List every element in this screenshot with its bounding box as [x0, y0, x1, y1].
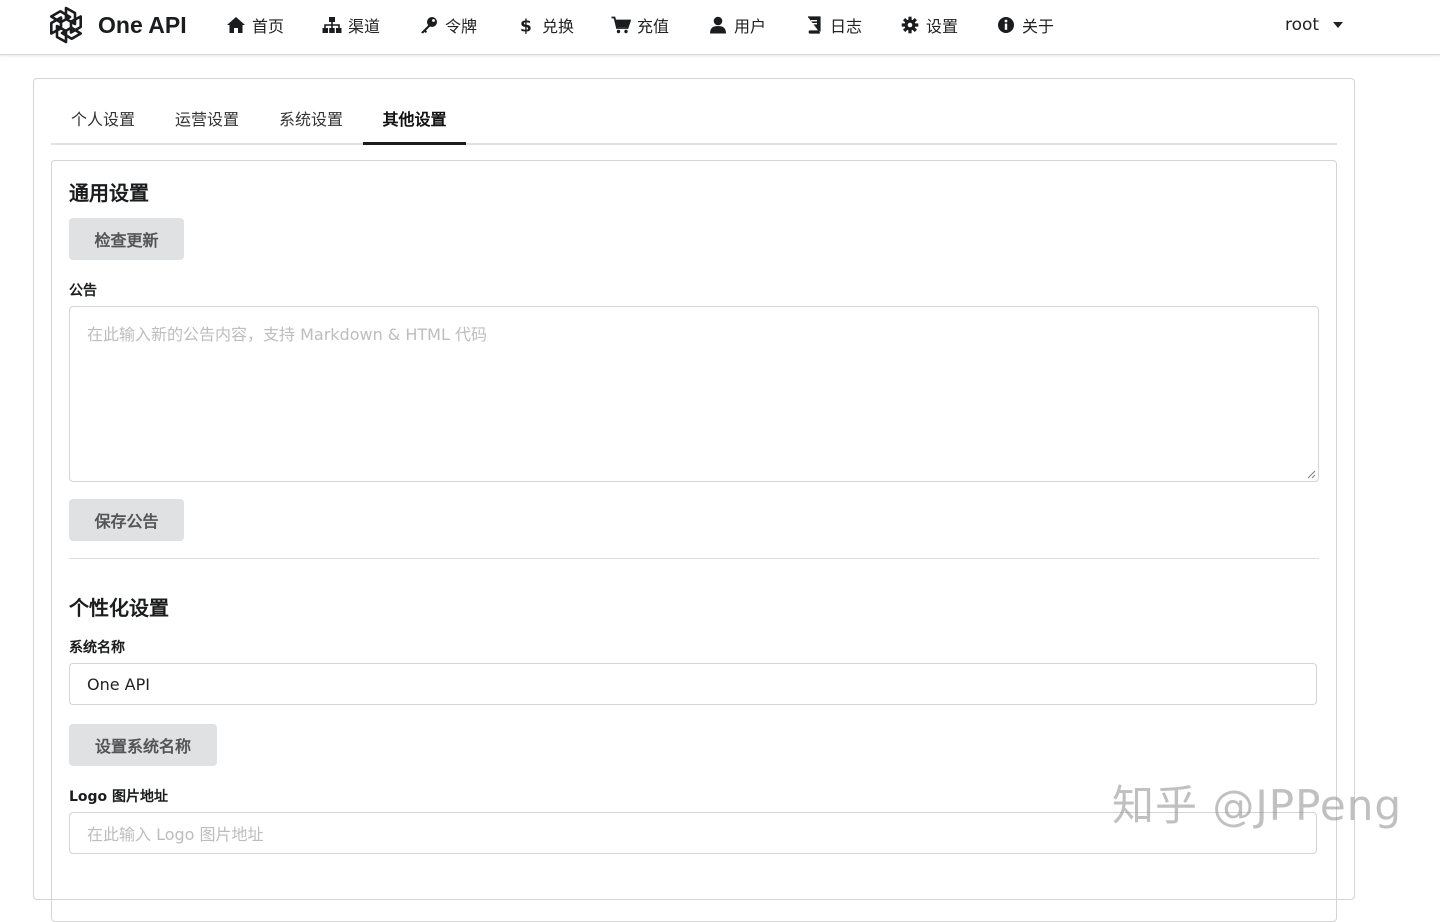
resize-handle-icon[interactable] [1306, 469, 1316, 479]
info-icon [998, 17, 1014, 33]
save-notice-button[interactable]: 保存公告 [69, 499, 184, 541]
dollar-icon: $ [520, 17, 532, 35]
nav-about[interactable]: 关于 [996, 0, 1054, 50]
username: root [1285, 15, 1320, 35]
nav-topup-label: 充值 [637, 17, 670, 36]
brand[interactable]: One API [44, 0, 187, 50]
nav-tokens-label: 令牌 [445, 17, 478, 36]
nav-settings[interactable]: 设置 [900, 0, 958, 50]
nav-redeem-label: 兑换 [542, 17, 575, 36]
sitemap-icon [322, 17, 342, 33]
app-name: One API [98, 11, 187, 38]
set-system-name-button[interactable]: 设置系统名称 [69, 724, 217, 766]
tab-operation-settings[interactable]: 运营设置 [155, 101, 259, 141]
user-menu-dropdown[interactable]: root [1285, 0, 1344, 50]
nav-settings-label: 设置 [926, 17, 959, 36]
tab-personal-settings[interactable]: 个人设置 [51, 101, 155, 141]
system-name-label: 系统名称 [69, 640, 125, 656]
gear-icon [901, 16, 919, 34]
notice-label: 公告 [69, 283, 97, 299]
system-name-value: One API [87, 674, 150, 694]
nav-tokens[interactable]: 令牌 [419, 0, 477, 50]
notice-placeholder: 在此输入新的公告内容，支持 Markdown & HTML 代码 [87, 325, 487, 344]
nav-redeem[interactable]: $ 兑换 [516, 0, 574, 50]
settings-tabs: 个人设置 运营设置 系统设置 其他设置 [51, 101, 1337, 145]
top-navbar: One API 首页 渠道 令牌 $ 兑换 充值 用户 日志 设置 关于 roo… [0, 0, 1440, 55]
nav-channels[interactable]: 渠道 [322, 0, 380, 50]
logo-url-label: Logo 图片地址 [69, 789, 169, 805]
nav-users-label: 用户 [734, 17, 767, 36]
section-divider [69, 558, 1319, 559]
nav-home[interactable]: 首页 [226, 0, 284, 50]
system-name-input[interactable]: One API [69, 663, 1317, 705]
book-icon [808, 16, 821, 34]
logo-url-placeholder: 在此输入 Logo 图片地址 [87, 825, 264, 844]
key-icon [421, 17, 437, 34]
nav-home-label: 首页 [252, 17, 285, 36]
general-settings-heading: 通用设置 [69, 181, 149, 205]
openai-logo-icon [50, 6, 82, 44]
check-update-button[interactable]: 检查更新 [69, 218, 184, 260]
nav-about-label: 关于 [1022, 17, 1055, 36]
notice-textarea[interactable]: 在此输入新的公告内容，支持 Markdown & HTML 代码 [69, 306, 1319, 482]
nav-logs-label: 日志 [830, 17, 863, 36]
home-icon [227, 17, 245, 33]
zhihu-watermark: 知乎 @JPPeng [1112, 781, 1403, 830]
tab-other-settings[interactable]: 其他设置 [363, 101, 466, 145]
nav-topup[interactable]: 充值 [611, 0, 669, 50]
nav-logs[interactable]: 日志 [804, 0, 862, 50]
nav-channels-label: 渠道 [348, 17, 381, 36]
tab-system-settings[interactable]: 系统设置 [259, 101, 363, 141]
personalization-settings-heading: 个性化设置 [69, 596, 169, 620]
svg-text:$: $ [520, 17, 532, 35]
user-icon [710, 16, 726, 34]
nav-users[interactable]: 用户 [708, 0, 766, 50]
cart-icon [611, 16, 631, 34]
caret-down-icon [1333, 22, 1344, 28]
